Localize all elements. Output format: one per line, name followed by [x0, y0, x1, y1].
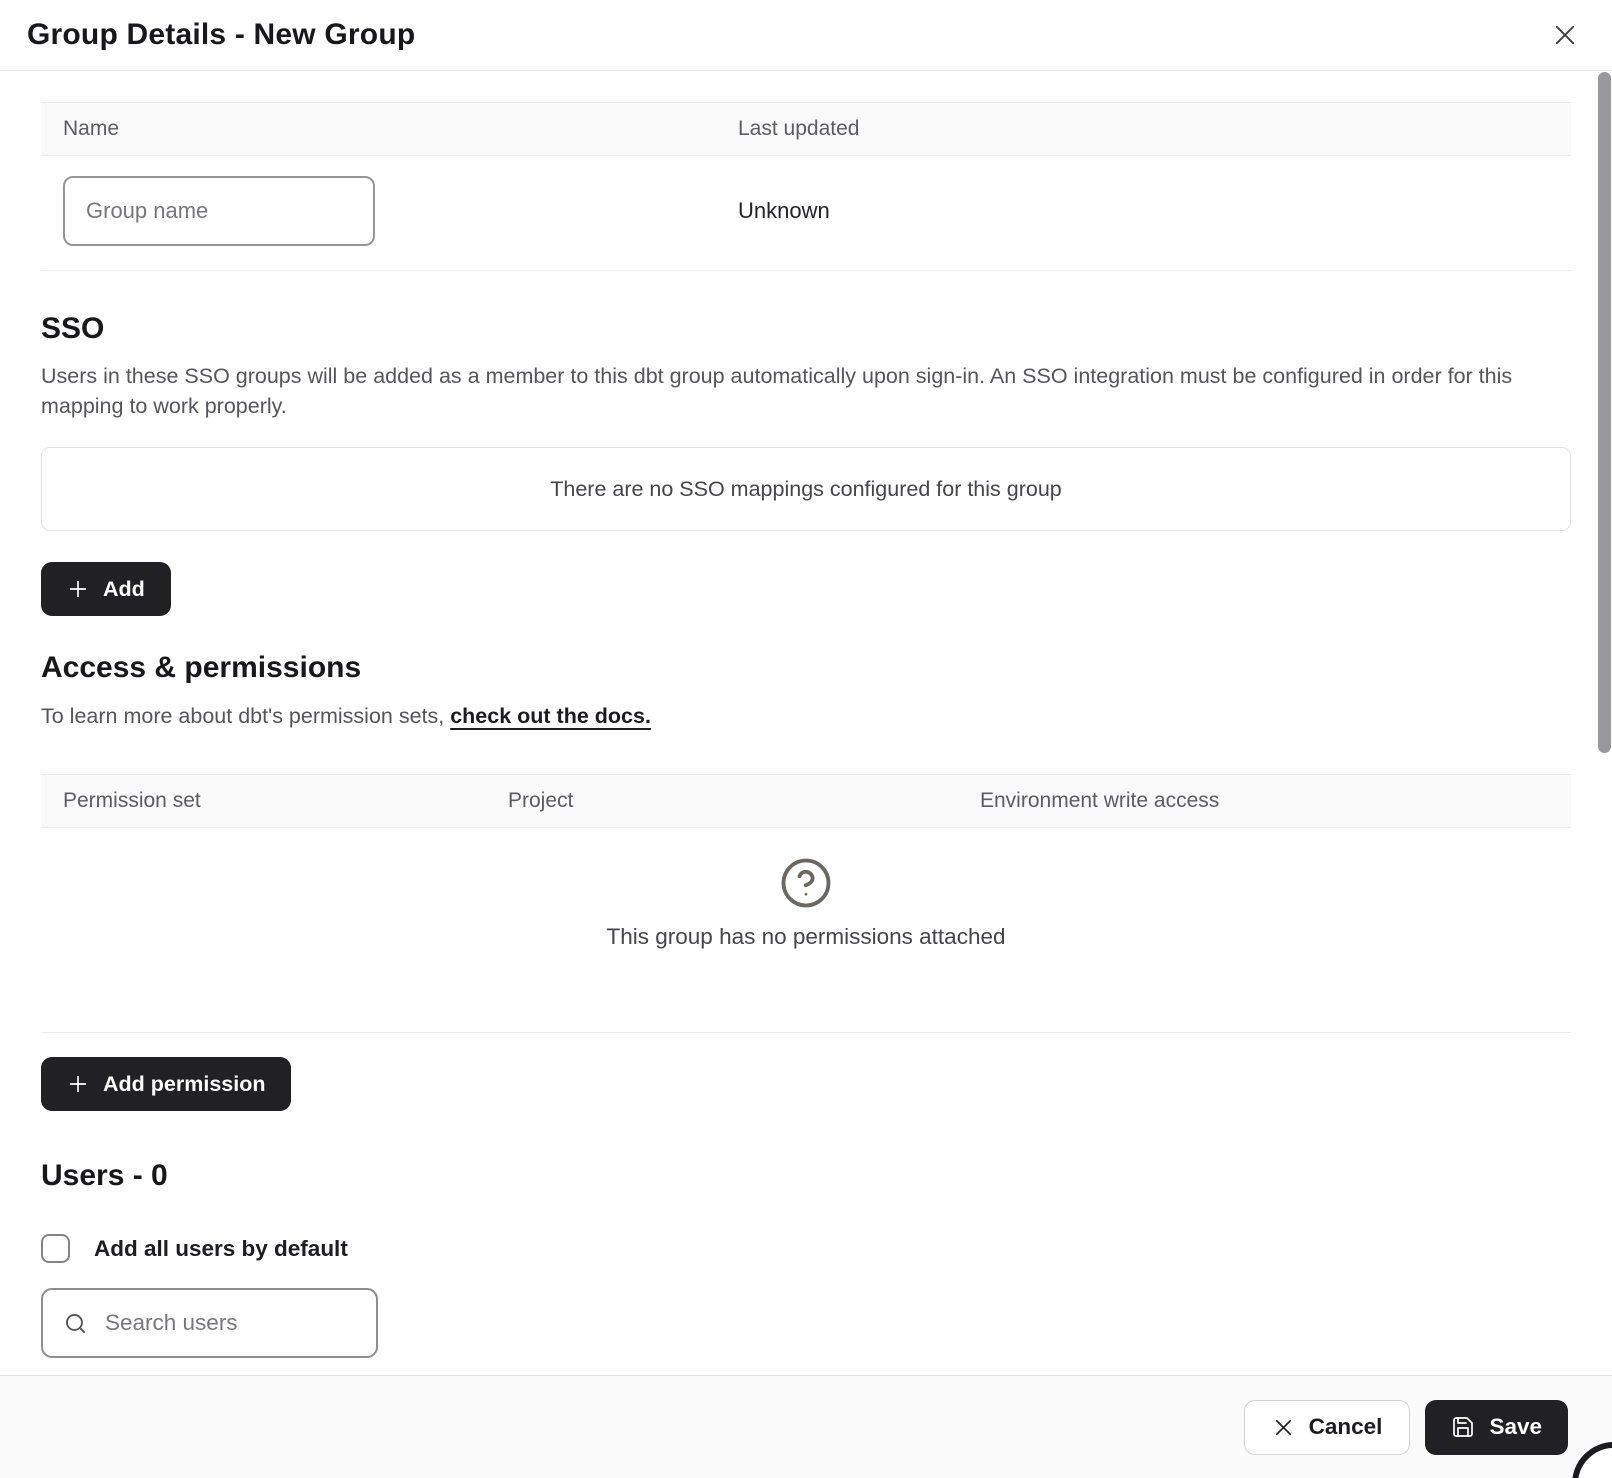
cancel-x-icon — [1272, 1416, 1295, 1439]
add-sso-mapping-button[interactable]: Add — [41, 562, 171, 616]
group-name-input[interactable] — [63, 176, 375, 246]
group-name-table: Name Last updated Unknown — [41, 102, 1571, 271]
group-name-table-header: Name Last updated — [41, 102, 1571, 156]
close-button[interactable] — [1551, 21, 1579, 49]
column-header-project: Project — [508, 789, 980, 813]
group-details-modal: Group Details - New Group Name Last upda… — [0, 0, 1612, 1478]
column-header-last-updated: Last updated — [738, 117, 1571, 141]
column-header-name: Name — [41, 117, 738, 141]
cancel-button[interactable]: Cancel — [1244, 1400, 1411, 1455]
plus-icon — [67, 1073, 89, 1095]
last-updated-value: Unknown — [738, 198, 1571, 224]
add-all-users-label: Add all users by default — [94, 1236, 348, 1262]
docs-link[interactable]: check out the docs. — [450, 704, 651, 728]
add-all-users-row: Add all users by default — [41, 1234, 1571, 1263]
vertical-scrollbar[interactable] — [1598, 72, 1611, 753]
sso-empty-state: There are no SSO mappings configured for… — [41, 447, 1571, 531]
group-name-row: Unknown — [41, 156, 1571, 271]
column-header-permission-set: Permission set — [41, 789, 508, 813]
add-all-users-checkbox[interactable] — [41, 1234, 70, 1263]
cancel-label: Cancel — [1309, 1414, 1383, 1440]
permissions-description: To learn more about dbt's permission set… — [41, 704, 1571, 729]
permissions-description-text: To learn more about dbt's permission set… — [41, 704, 450, 728]
close-icon — [1551, 21, 1579, 49]
sso-description: Users in these SSO groups will be added … — [41, 361, 1531, 421]
modal-footer: Cancel Save — [0, 1375, 1612, 1478]
permissions-table: Permission set Project Environment write… — [41, 774, 1571, 1033]
permissions-table-header: Permission set Project Environment write… — [41, 774, 1571, 828]
sso-heading: SSO — [41, 309, 1571, 349]
add-sso-mapping-label: Add — [103, 577, 145, 602]
sso-empty-message: There are no SSO mappings configured for… — [550, 477, 1062, 502]
plus-icon — [67, 578, 89, 600]
add-permission-button[interactable]: Add permission — [41, 1057, 291, 1111]
modal-content: Name Last updated Unknown SSO Users in t… — [0, 71, 1612, 1375]
access-permissions-heading: Access & permissions — [41, 648, 1571, 688]
search-users-input[interactable] — [103, 1309, 366, 1337]
search-icon — [63, 1311, 88, 1336]
permissions-empty-message: This group has no permissions attached — [607, 924, 1006, 950]
column-header-environment-write-access: Environment write access — [980, 789, 1571, 813]
add-permission-label: Add permission — [103, 1072, 265, 1097]
save-label: Save — [1489, 1414, 1542, 1440]
modal-header: Group Details - New Group — [0, 0, 1612, 71]
modal-title: Group Details - New Group — [27, 18, 415, 52]
users-heading: Users - 0 — [41, 1156, 1571, 1196]
save-floppy-icon — [1451, 1415, 1475, 1439]
save-button[interactable]: Save — [1425, 1400, 1568, 1455]
permissions-empty-state: This group has no permissions attached — [41, 828, 1571, 1033]
question-mark-circle-icon — [779, 856, 833, 910]
search-users-field[interactable] — [41, 1288, 378, 1358]
